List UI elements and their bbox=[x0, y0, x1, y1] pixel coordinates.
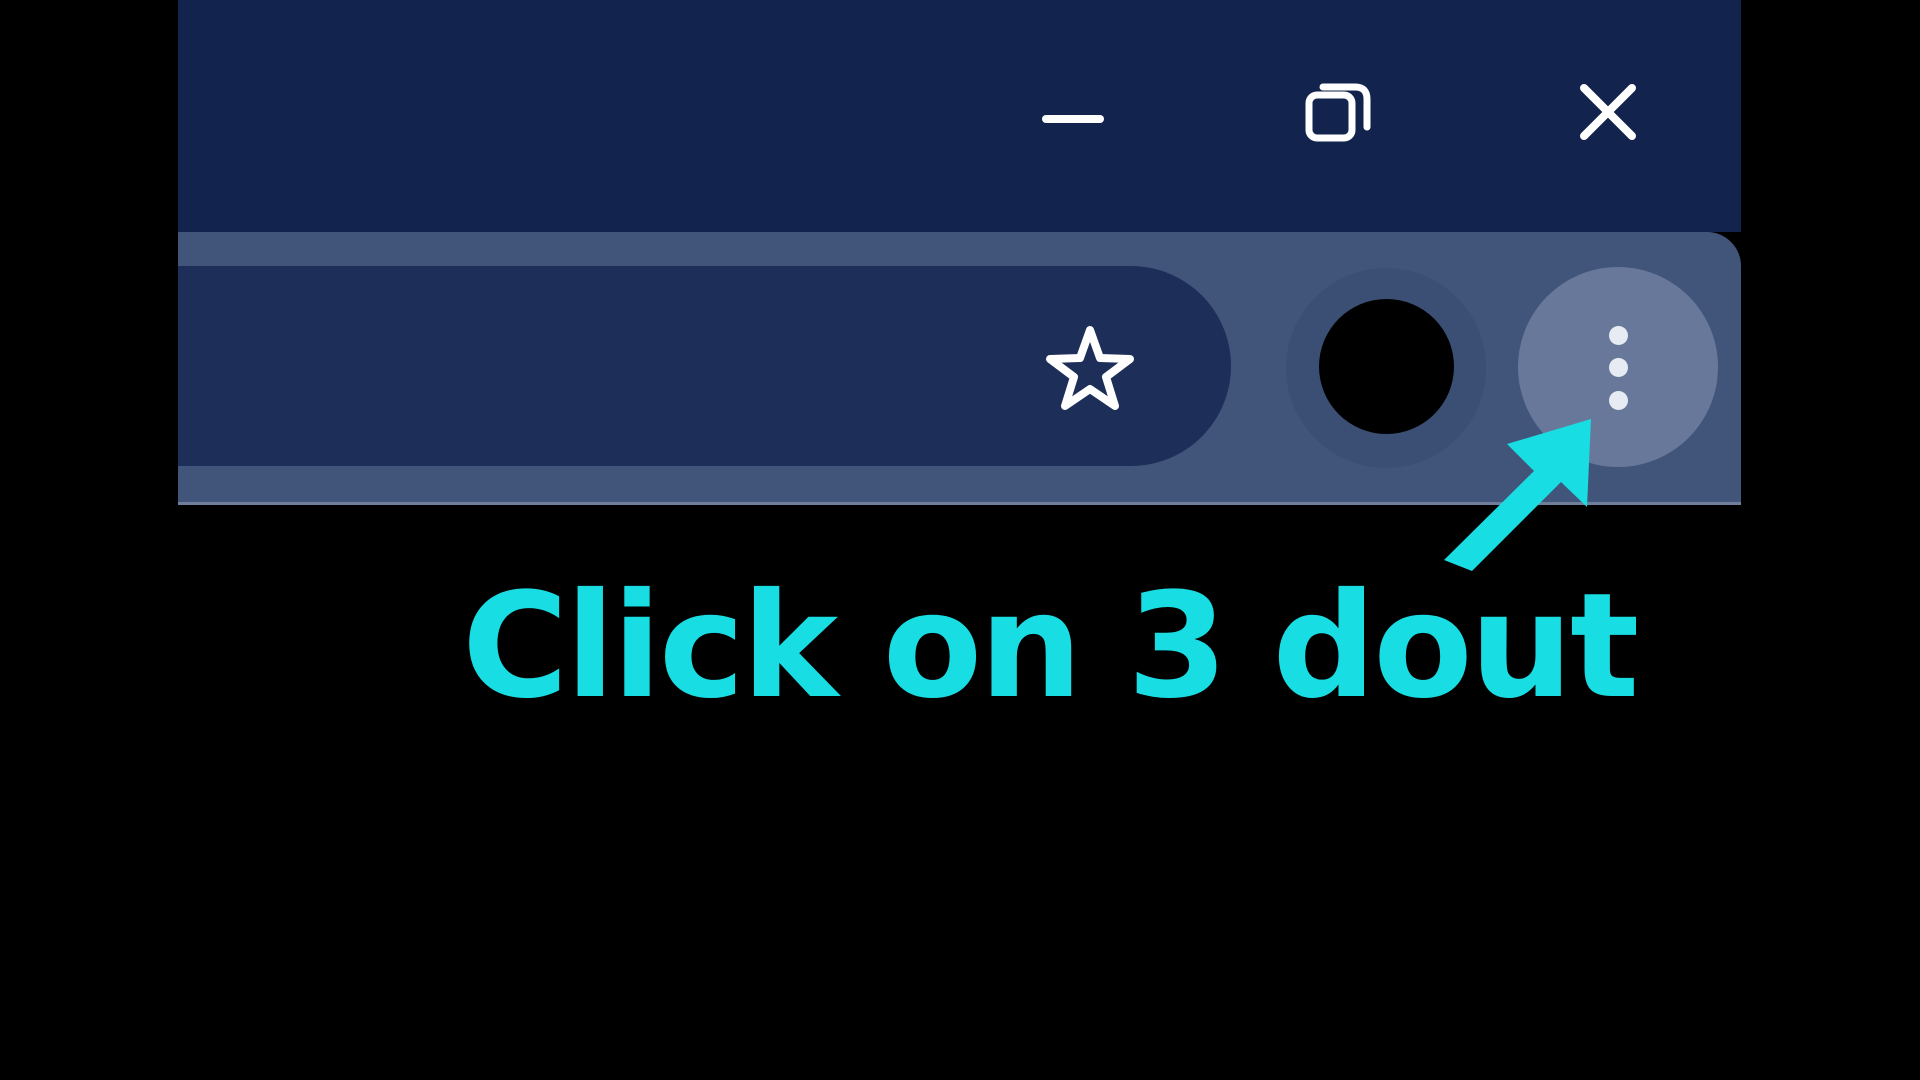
minimize-icon bbox=[1042, 115, 1104, 123]
browser-titlebar bbox=[178, 0, 1741, 232]
instruction-caption: Click on 3 dout bbox=[462, 562, 1639, 731]
restore-icon bbox=[1305, 83, 1371, 142]
arrow-up-right-icon bbox=[1444, 419, 1591, 571]
address-bar[interactable] bbox=[178, 266, 1231, 466]
minimize-button[interactable] bbox=[1031, 70, 1115, 154]
menu-dot bbox=[1609, 326, 1628, 345]
star-icon bbox=[1046, 326, 1134, 410]
restore-button[interactable] bbox=[1297, 70, 1381, 154]
menu-dot bbox=[1609, 358, 1628, 377]
menu-dot bbox=[1609, 391, 1628, 410]
close-icon bbox=[1580, 84, 1636, 140]
close-button[interactable] bbox=[1566, 70, 1650, 154]
bookmark-star-button[interactable] bbox=[1038, 316, 1142, 420]
